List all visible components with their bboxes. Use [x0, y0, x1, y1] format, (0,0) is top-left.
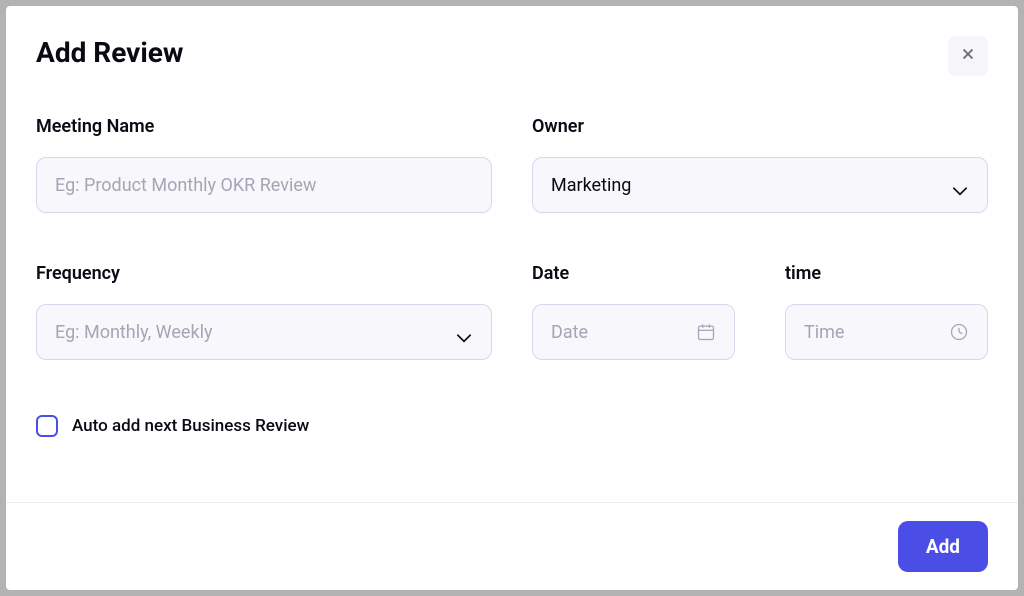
owner-field: Owner Marketing: [532, 116, 988, 213]
modal-content: Add Review Meeting Name Owner Marketing: [6, 6, 1018, 502]
owner-select[interactable]: Marketing: [532, 157, 988, 213]
add-button[interactable]: Add: [898, 521, 988, 572]
auto-add-row: Auto add next Business Review: [36, 415, 988, 437]
clock-icon: [949, 322, 969, 342]
owner-label: Owner: [532, 116, 988, 137]
owner-value: Marketing: [551, 175, 631, 196]
meeting-name-input[interactable]: [36, 157, 492, 213]
auto-add-label: Auto add next Business Review: [72, 416, 309, 436]
meeting-name-field: Meeting Name: [36, 116, 492, 213]
chevron-down-icon: [951, 180, 969, 190]
frequency-placeholder: Eg: Monthly, Weekly: [55, 322, 212, 343]
frequency-field: Frequency Eg: Monthly, Weekly: [36, 263, 492, 360]
frequency-select[interactable]: Eg: Monthly, Weekly: [36, 304, 492, 360]
form-grid: Meeting Name Owner Marketing Frequency: [36, 116, 988, 360]
meeting-name-label: Meeting Name: [36, 116, 492, 137]
modal-footer: Add: [6, 502, 1018, 590]
time-label: time: [785, 263, 988, 284]
chevron-down-icon: [455, 327, 473, 337]
date-field: Date Date: [532, 263, 735, 360]
time-placeholder: Time: [804, 322, 844, 343]
frequency-label: Frequency: [36, 263, 492, 284]
time-field: time Time: [785, 263, 988, 360]
close-icon: [959, 44, 977, 68]
modal-title: Add Review: [36, 36, 183, 69]
auto-add-checkbox[interactable]: [36, 415, 58, 437]
modal-header: Add Review: [36, 36, 988, 76]
time-input[interactable]: Time: [785, 304, 988, 360]
date-placeholder: Date: [551, 322, 588, 343]
close-button[interactable]: [948, 36, 988, 76]
date-time-row: Date Date time Time: [532, 263, 988, 360]
calendar-icon: [696, 322, 716, 342]
date-input[interactable]: Date: [532, 304, 735, 360]
date-label: Date: [532, 263, 735, 284]
add-review-modal: Add Review Meeting Name Owner Marketing: [6, 6, 1018, 590]
